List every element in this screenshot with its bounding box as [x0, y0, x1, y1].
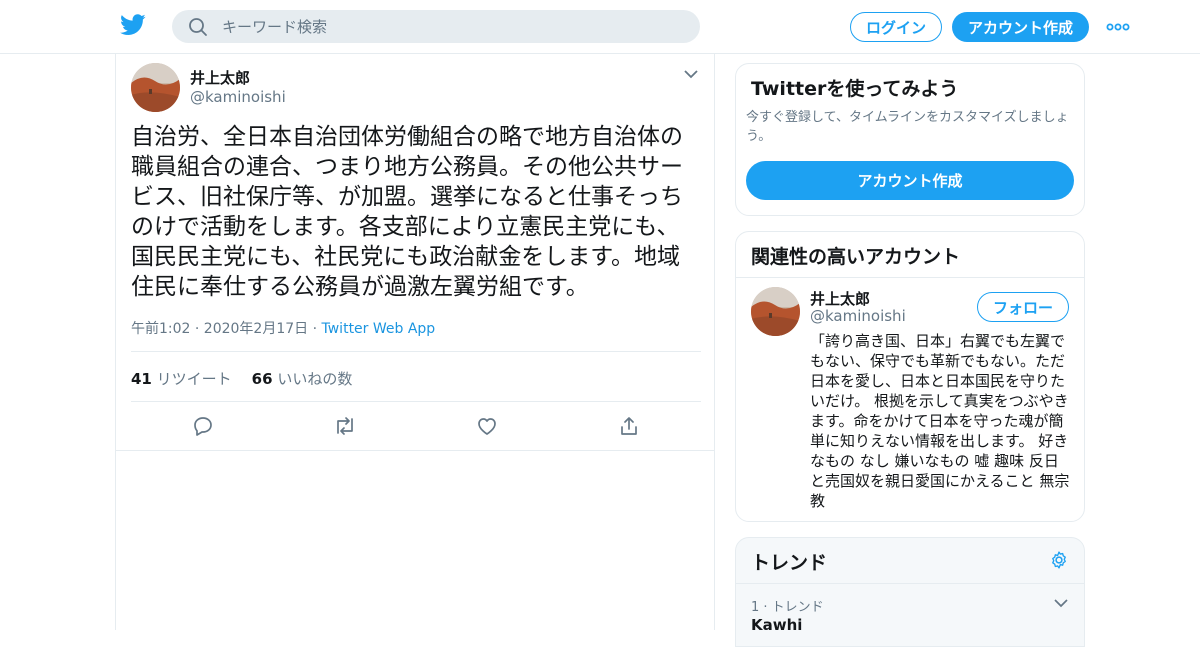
relevant-accounts-title: 関連性の高いアカウント [751, 246, 961, 268]
divider [131, 351, 701, 352]
reply-icon[interactable] [191, 414, 215, 438]
tweet-text: 自治労、全日本自治団体労働組合の略で地方自治体の職員組合の連合、つまり地方公務員… [131, 124, 683, 300]
like-icon[interactable] [475, 414, 499, 438]
signup-card-description: 今すぐ登録して、タイムラインをカスタマイズしましょう。 [746, 110, 1069, 144]
trend-meta: 1 · トレンド [751, 600, 824, 615]
trend-item[interactable]: Kawhi [751, 616, 802, 634]
search-icon [189, 17, 207, 36]
divider [736, 277, 1084, 278]
login-button[interactable]: ログイン [850, 12, 942, 42]
tweet-column: 井上太郎 @kaminoishi 自治労、全日本自治団体労働組合の略で地方自治体… [115, 54, 715, 630]
search-bar[interactable] [172, 10, 700, 43]
trends-title: トレンド [751, 552, 828, 574]
search-input[interactable] [222, 17, 662, 36]
divider [131, 401, 701, 402]
signup-button[interactable]: アカウント作成 [952, 12, 1089, 42]
tweet-meta: 午前1:02 · 2020年2月17日 · Twitter Web App [131, 318, 435, 338]
tweet-actions [116, 414, 714, 450]
signup-card-title: Twitterを使ってみよう [751, 78, 959, 100]
divider [116, 450, 714, 451]
retweet-label: リツイート [156, 370, 232, 388]
follow-button[interactable]: フォロー [977, 292, 1069, 322]
tweet-stats: 41 リツイート 66 いいねの数 [131, 368, 352, 389]
divider [736, 583, 1084, 584]
author-name[interactable]: 井上太郎 [190, 68, 286, 88]
tweet-header: 井上太郎 @kaminoishi [131, 63, 286, 112]
account-name[interactable]: 井上太郎 [810, 288, 870, 309]
tweet-timestamp[interactable]: 午前1:02 · 2020年2月17日 · [131, 321, 322, 337]
trends-card: トレンド 1 · トレンド Kawhi [735, 537, 1085, 647]
twitter-bird-icon[interactable] [120, 14, 146, 36]
avatar[interactable] [751, 287, 800, 336]
avatar[interactable] [131, 63, 180, 112]
top-bar: ログイン アカウント作成 [0, 0, 1200, 54]
like-stat[interactable]: 66 いいねの数 [252, 368, 353, 389]
signup-card-button[interactable]: アカウント作成 [746, 161, 1074, 200]
relevant-accounts-card: 関連性の高いアカウント 井上太郎 @kaminoishi フォロー 「誇り高き国… [735, 231, 1085, 522]
tweet-source-link[interactable]: Twitter Web App [322, 321, 436, 337]
gear-icon[interactable] [1049, 550, 1069, 570]
more-icon[interactable] [1106, 17, 1130, 37]
chevron-down-icon[interactable] [683, 68, 699, 80]
signup-card: Twitterを使ってみよう 今すぐ登録して、タイムラインをカスタマイズしましょ… [735, 63, 1085, 216]
share-icon[interactable] [617, 414, 641, 438]
author-handle[interactable]: @kaminoishi [190, 88, 286, 107]
account-bio: 「誇り高き国、日本」右翼でも左翼でもない、保守でも革新でもない。ただ日本を愛し、… [810, 332, 1070, 510]
chevron-down-icon[interactable] [1054, 598, 1068, 608]
retweet-icon[interactable] [333, 414, 357, 438]
author-names: 井上太郎 @kaminoishi [190, 68, 286, 107]
retweet-stat[interactable]: 41 リツイート [131, 368, 232, 389]
like-label: いいねの数 [277, 370, 353, 388]
retweet-count: 41 [131, 370, 152, 388]
account-handle[interactable]: @kaminoishi [810, 307, 906, 325]
like-count: 66 [251, 370, 273, 388]
